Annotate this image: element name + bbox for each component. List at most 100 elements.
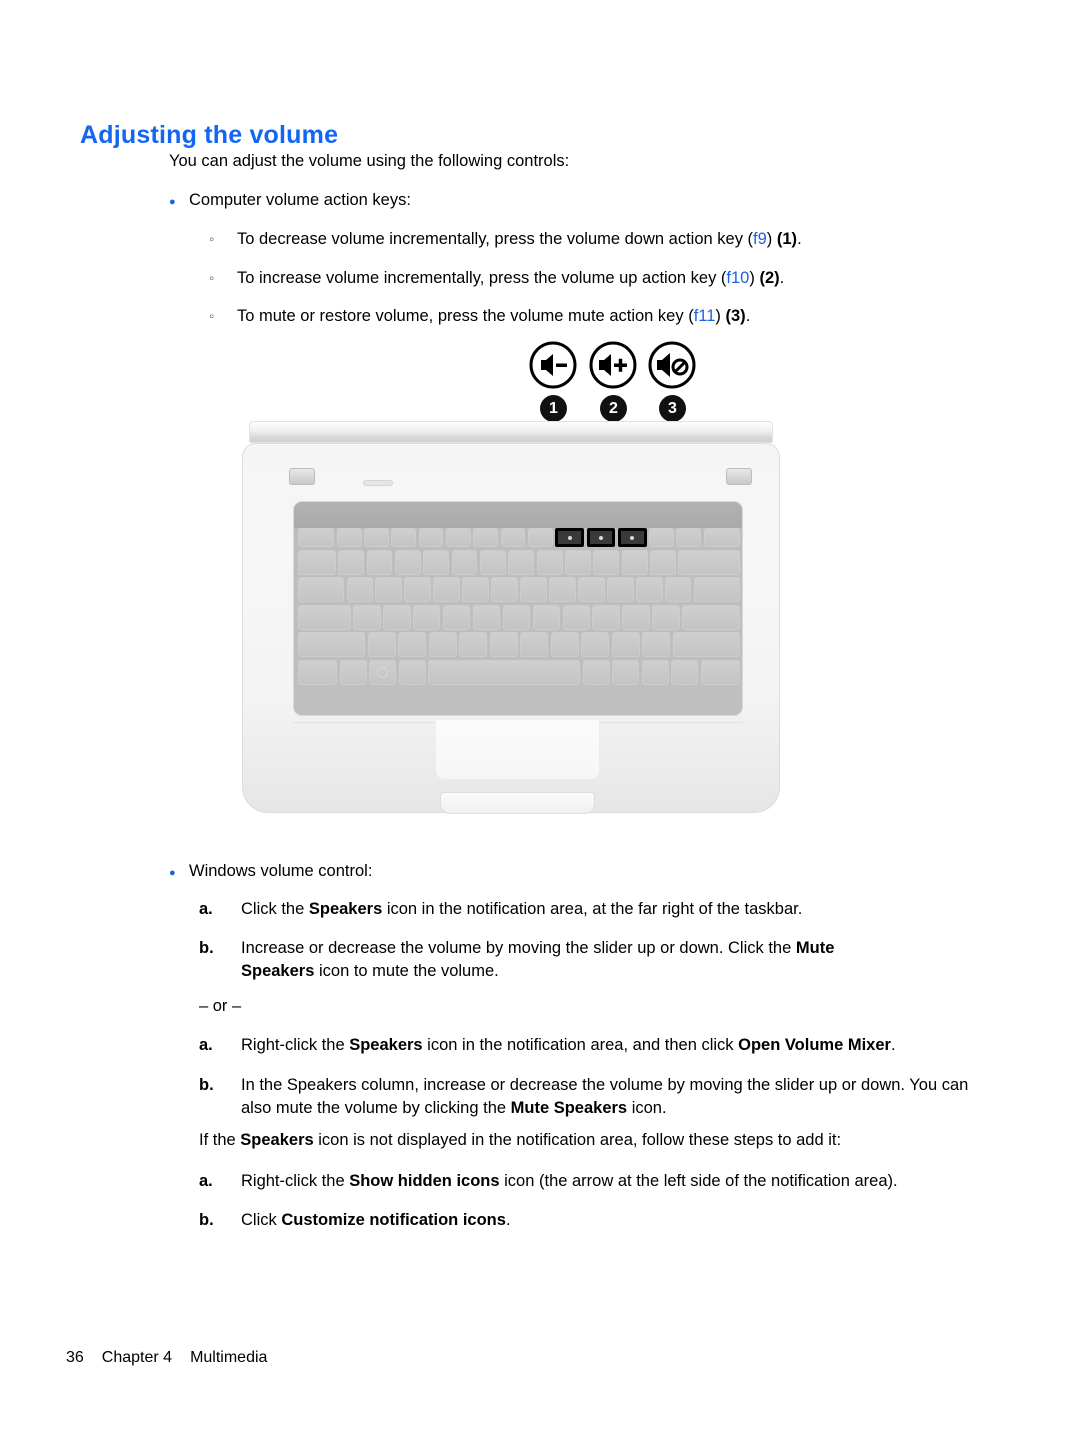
keyboard-row (298, 632, 740, 657)
keyboard-key (346, 577, 373, 602)
keyboard-key (451, 549, 478, 575)
bullet-circle-icon (209, 267, 237, 292)
keyboard-key (398, 659, 426, 685)
callout-number-3: 3 (659, 395, 686, 422)
keyboard-key (532, 604, 561, 630)
bullet-label: Windows volume control: (189, 862, 373, 880)
windows-control-step: b. Increase or decrease the volume by mov… (199, 937, 904, 983)
keyboard-key (298, 604, 351, 630)
keyboard-key (641, 659, 669, 685)
footer-chapter: Chapter 4 (101, 1349, 173, 1366)
bullet-computer-volume-action-keys: Computer volume action keys: (169, 189, 929, 214)
keyboard-key (428, 659, 581, 685)
body-text: ) (749, 269, 760, 287)
keyboard-key (703, 528, 740, 547)
keyboard-well (293, 501, 743, 716)
keyboard-key (462, 577, 489, 602)
keyboard-key (550, 632, 579, 657)
keyboard-key (611, 632, 640, 657)
or-divider: – or – (199, 995, 899, 1018)
keyboard-key (582, 659, 610, 685)
body-text: icon to mute the volume. (314, 962, 499, 980)
speakers-note-text: If the Speakers icon is not displayed in… (199, 1129, 841, 1152)
keyboard-key (578, 577, 605, 602)
body-text: Increase or decrease the volume by movin… (241, 939, 796, 957)
emphasis-text: Speakers (308, 900, 383, 918)
emphasis-text: Customize notification icons (281, 1211, 506, 1229)
emphasis-text: Open Volume Mixer (738, 1036, 891, 1054)
step-text: Click Customize notification icons. (241, 1209, 511, 1232)
keyboard-key (369, 659, 397, 685)
step-marker: a. (199, 1036, 213, 1054)
keyboard-key (593, 549, 620, 575)
keyboard-key (428, 632, 457, 657)
keyboard-key (508, 549, 535, 575)
body-text: . (797, 230, 802, 248)
keyboard-key (459, 632, 488, 657)
keyboard-key (298, 577, 345, 602)
body-text: icon in the notification area, at the fa… (382, 900, 803, 918)
keyboard-key (404, 577, 431, 602)
body-text: ) (715, 307, 726, 325)
callout-number-2: 2 (600, 395, 627, 422)
keyboard-key (520, 632, 549, 657)
step-text: Right-click the Show hidden icons icon (… (241, 1170, 898, 1193)
keyboard-key (491, 577, 518, 602)
laptop-figure: 1 2 3 (236, 336, 786, 836)
keyboard-key (549, 577, 576, 602)
keyboard-key (621, 549, 648, 575)
keyboard-row (298, 528, 740, 547)
function-key-label: f11 (693, 307, 716, 325)
keyboard-key (473, 528, 499, 547)
laptop-lid-edge (249, 421, 773, 443)
volume-key-item-text: To increase volume incrementally, press … (237, 267, 784, 290)
keyboard-key (672, 632, 740, 657)
callout-icon-row (236, 336, 786, 396)
keyboard-key (671, 659, 699, 685)
keyboard-key (367, 632, 396, 657)
keyboard-key (433, 577, 460, 602)
volume-key-item: To decrease volume incrementally, press … (209, 228, 969, 253)
keyboard-key (338, 549, 365, 575)
volume-action-key-highlighted (617, 528, 647, 547)
body-text: Click the (241, 900, 309, 918)
emphasis-text: Show hidden icons (349, 1172, 500, 1190)
keyboard-top-band (294, 502, 742, 528)
body-text: . (890, 1036, 896, 1054)
keyboard-key (565, 549, 591, 575)
touchpad (435, 720, 600, 780)
body-text: ) (766, 230, 777, 248)
body-text: icon is not displayed in the notificatio… (313, 1131, 842, 1149)
emphasis-text: Mute Speakers (510, 1099, 628, 1117)
keyboard-key (472, 604, 501, 630)
touchpad-button (440, 792, 595, 814)
volume-mixer-step: b. In the Speakers column, increase or de… (199, 1074, 989, 1120)
step-text: Increase or decrease the volume by movin… (241, 937, 904, 983)
keyboard-key (536, 549, 563, 575)
body-text: To increase volume incrementally, press … (237, 269, 727, 287)
bullet-disc-icon (169, 189, 189, 214)
volume-mute-icon (648, 341, 696, 389)
document-page: Adjusting the volume You can adjust the … (0, 0, 1080, 1437)
lid-latch (363, 480, 393, 486)
keyboard-key (502, 604, 531, 630)
step-text: Click the Speakers icon in the notificat… (241, 898, 802, 921)
emphasis-text: Speakers (240, 1131, 314, 1149)
keyboard-key (445, 528, 471, 547)
keyboard-key (520, 577, 547, 602)
keyboard-key (364, 528, 389, 547)
keyboard-key (676, 528, 702, 547)
bullet-circle-icon (209, 305, 237, 330)
keyboard-key (298, 549, 336, 575)
or-divider-text: – or – (199, 997, 242, 1015)
keyboard-key (413, 604, 441, 630)
volume-action-key-highlighted (555, 528, 585, 547)
callout-reference: (2) (759, 269, 780, 287)
keyboard-key (700, 659, 740, 685)
body-text: . (779, 269, 785, 287)
keyboard-key (622, 604, 650, 630)
keyboard-key (353, 604, 381, 630)
function-key-label: f10 (726, 269, 750, 287)
body-text: icon. (627, 1099, 667, 1117)
step-marker: b. (199, 1211, 214, 1229)
